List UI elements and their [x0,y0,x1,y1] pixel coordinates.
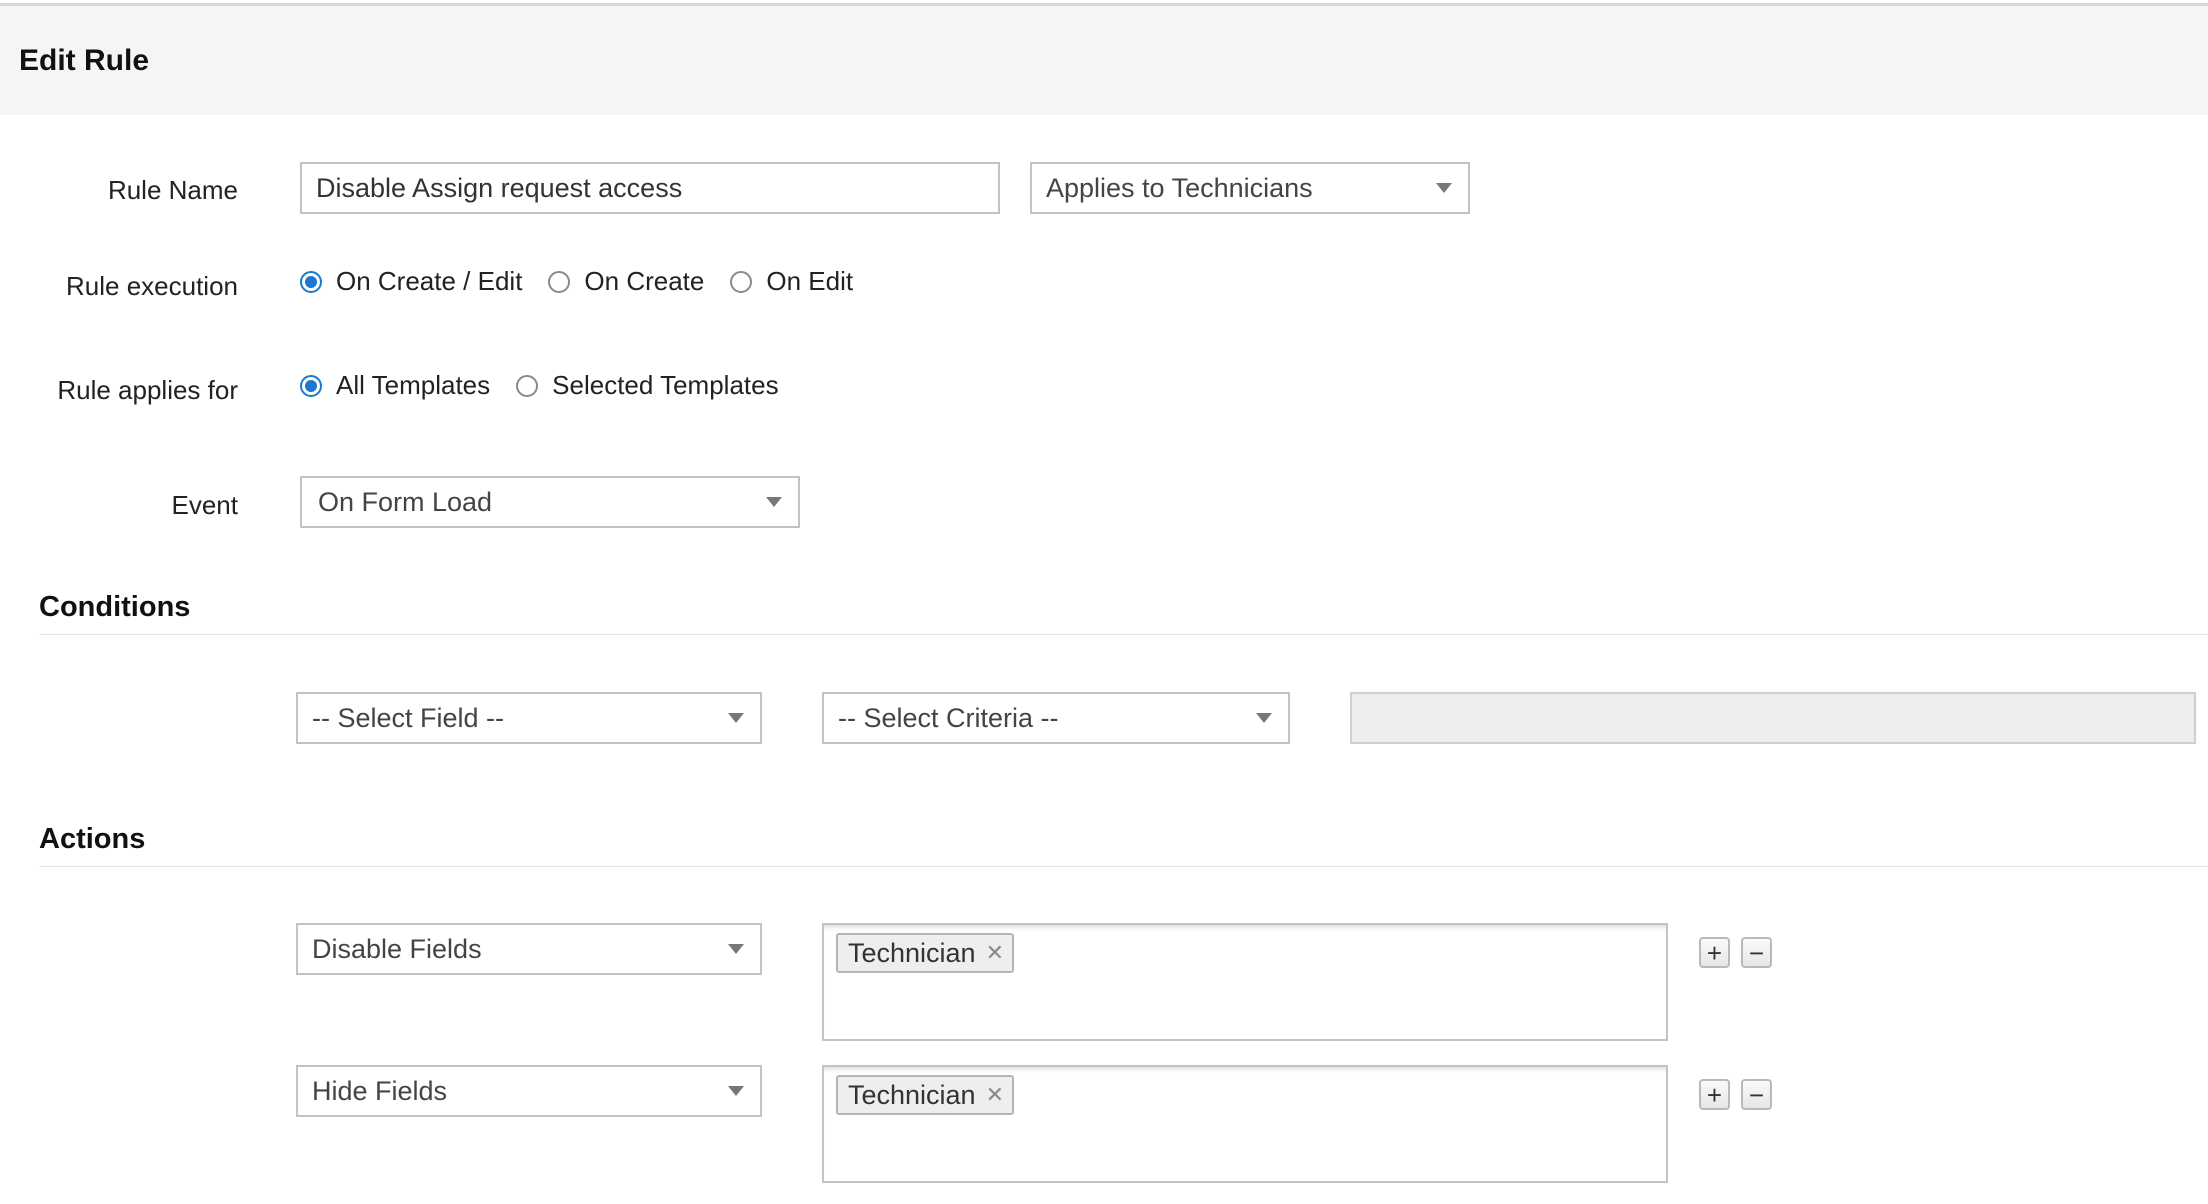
radio-label: On Create / Edit [336,266,523,296]
rule-name-value: Disable Assign request access [316,172,683,203]
action-select-disable-fields[interactable]: Disable Fields [296,923,762,975]
conditions-divider [39,634,2208,635]
radio-label: All Templates [336,370,491,400]
close-icon[interactable]: ✕ [986,940,1004,966]
remove-action-button[interactable]: − [1741,1079,1772,1110]
field-tag-label: Technician [848,937,976,968]
radio-on-create[interactable]: On Create [548,266,704,297]
radio-on-create-edit[interactable]: On Create / Edit [300,266,522,297]
radio-all-templates[interactable]: All Templates [300,370,490,401]
chevron-down-icon [766,497,782,507]
add-action-button[interactable]: + [1699,1079,1730,1110]
radio-label: On Create [584,266,705,296]
radio-unchecked-icon [548,270,571,293]
rule-applies-for-label: Rule applies for [57,375,238,405]
radio-checked-icon [300,270,322,293]
condition-value-input[interactable] [1350,692,2196,744]
radio-unchecked-icon [730,270,753,293]
action-fields-tagbox[interactable]: Technician ✕ [822,1065,1668,1183]
applies-to-value: Applies to Technicians [1046,172,1313,203]
radio-selected-templates[interactable]: Selected Templates [516,370,779,401]
condition-criteria-value: -- Select Criteria -- [838,702,1059,733]
chevron-down-icon [728,944,744,954]
remove-action-button[interactable]: − [1741,937,1772,968]
actions-heading: Actions [39,823,146,855]
action-value: Hide Fields [312,1075,448,1106]
event-label: Event [171,490,239,520]
event-select[interactable]: On Form Load [300,476,800,528]
conditions-heading: Conditions [39,591,191,623]
applies-to-select[interactable]: Applies to Technicians [1030,162,1470,214]
action-select-hide-fields[interactable]: Hide Fields [296,1065,762,1117]
event-value: On Form Load [318,486,493,517]
page-header: Edit Rule [0,3,2208,115]
action-fields-tagbox[interactable]: Technician ✕ [822,923,1668,1041]
condition-field-value: -- Select Field -- [312,702,505,733]
radio-on-edit[interactable]: On Edit [730,266,853,297]
chevron-down-icon [728,713,744,723]
rule-execution-radio-group: On Create / Edit On Create On Edit [300,266,879,297]
radio-label: On Edit [766,266,854,296]
radio-label: Selected Templates [552,370,779,400]
close-icon[interactable]: ✕ [986,1082,1004,1108]
rule-applies-for-radio-group: All Templates Selected Templates [300,370,805,401]
actions-divider [39,866,2208,867]
rule-execution-label: Rule execution [66,271,238,301]
chevron-down-icon [1256,713,1272,723]
radio-checked-icon [300,374,322,397]
field-tag-label: Technician [848,1079,976,1110]
rule-name-label: Rule Name [107,175,238,205]
add-action-button[interactable]: + [1699,937,1730,968]
chevron-down-icon [728,1086,744,1096]
action-value: Disable Fields [312,933,482,964]
field-tag: Technician ✕ [836,933,1015,973]
chevron-down-icon [1436,183,1452,193]
page-title: Edit Rule [19,44,150,77]
field-tag: Technician ✕ [836,1075,1015,1115]
condition-criteria-select[interactable]: -- Select Criteria -- [822,692,1290,744]
rule-name-input[interactable]: Disable Assign request access [300,162,1000,214]
edit-rule-page: Edit Rule Rule Name Disable Assign reque… [0,0,2208,1204]
radio-unchecked-icon [516,374,539,397]
condition-field-select[interactable]: -- Select Field -- [296,692,762,744]
